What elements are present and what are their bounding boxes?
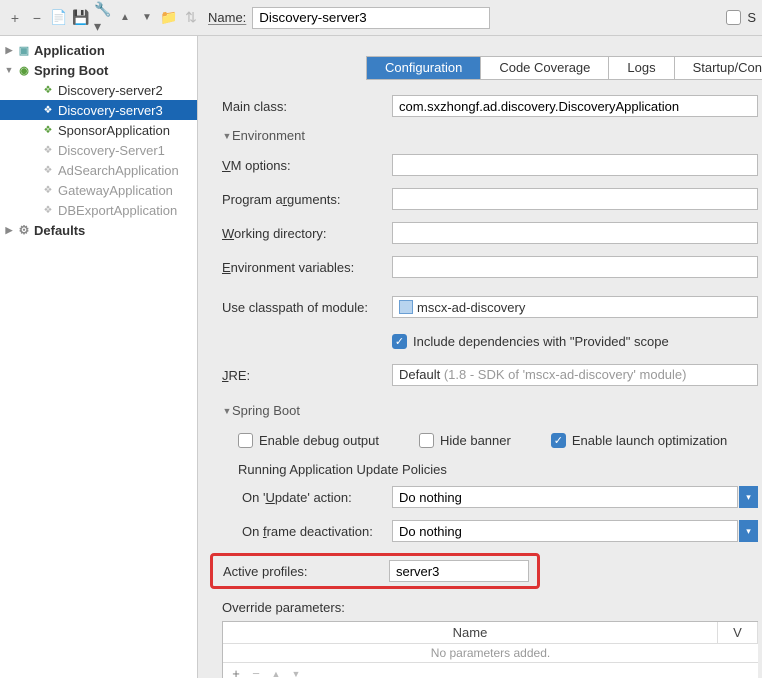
leafg-icon [40, 202, 56, 218]
folder-icon[interactable]: 📁 [160, 9, 178, 27]
on-frame-label: On frame deactivation: [222, 524, 392, 539]
leaf-icon [40, 122, 56, 138]
tree-node-application[interactable]: ▶Application [0, 40, 197, 60]
hide-banner-checkbox[interactable] [419, 433, 434, 448]
environment-section-header[interactable]: ▼Environment [222, 128, 758, 143]
leaf-icon [40, 102, 56, 118]
enable-launch-opt-label: Enable launch optimization [572, 433, 727, 448]
config-tree[interactable]: ▶Application▼Spring BootDiscovery-server… [0, 36, 198, 678]
move-param-down-button[interactable]: ▼ [289, 669, 303, 678]
add-param-button[interactable]: + [229, 666, 243, 678]
tab-bar: ConfigurationCode CoverageLogsStartup/Co… [366, 56, 762, 80]
move-up-icon[interactable]: ▲ [116, 9, 134, 27]
main-class-input[interactable] [392, 95, 758, 117]
leafg-icon [40, 182, 56, 198]
program-arguments-label: Program arguments: [222, 192, 392, 207]
active-profiles-input[interactable] [389, 560, 529, 582]
tab-startup-connecti[interactable]: Startup/Connecti [675, 57, 762, 79]
save-template-icon[interactable]: 💾 [72, 9, 90, 27]
tree-node-discovery-server1[interactable]: Discovery-Server1 [0, 140, 197, 160]
module-icon [399, 300, 413, 314]
working-directory-label: Working directory: [222, 226, 392, 241]
store-project-file-checkbox[interactable] [726, 10, 741, 25]
enable-launch-opt-checkbox[interactable] [551, 433, 566, 448]
main-class-label: Main class: [222, 99, 392, 114]
table-header-name[interactable]: Name [223, 622, 718, 643]
vm-options-label: VM options: [222, 158, 392, 173]
program-arguments-input[interactable] [392, 188, 758, 210]
spring-icon [16, 62, 32, 78]
name-input[interactable] [252, 7, 490, 29]
tree-node-dbexportapplication[interactable]: DBExportApplication [0, 200, 197, 220]
settings-icon[interactable]: 🔧▾ [94, 9, 112, 27]
tree-node-sponsorapplication[interactable]: SponsorApplication [0, 120, 197, 140]
update-policies-header: Running Application Update Policies [238, 462, 758, 477]
remove-config-button[interactable]: − [28, 9, 46, 27]
remove-param-button[interactable]: − [249, 666, 263, 678]
leaf-icon [40, 82, 56, 98]
tab-logs[interactable]: Logs [609, 57, 674, 79]
on-update-dropdown-icon[interactable] [739, 486, 758, 508]
tree-node-defaults[interactable]: ▶Defaults [0, 220, 197, 240]
table-header-value[interactable]: V [718, 622, 758, 643]
name-label: Name: [208, 10, 246, 25]
tree-node-gatewayapplication[interactable]: GatewayApplication [0, 180, 197, 200]
hide-banner-label: Hide banner [440, 433, 511, 448]
tree-node-spring-boot[interactable]: ▼Spring Boot [0, 60, 197, 80]
vm-options-input[interactable] [392, 154, 758, 176]
include-provided-checkbox[interactable] [392, 334, 407, 349]
leafg-icon [40, 162, 56, 178]
on-frame-dropdown-icon[interactable] [739, 520, 758, 542]
on-update-label: On 'Update' action: [222, 490, 392, 505]
store-project-file-label: S [747, 10, 756, 25]
no-parameters-text: No parameters added. [223, 644, 758, 662]
enable-debug-checkbox[interactable] [238, 433, 253, 448]
springboot-section-header[interactable]: ▼Spring Boot [222, 403, 758, 418]
classpath-module-select[interactable]: mscx-ad-discovery [392, 296, 758, 318]
move-param-up-button[interactable]: ▲ [269, 669, 283, 678]
active-profiles-label: Active profiles: [223, 564, 389, 579]
classpath-module-label: Use classpath of module: [222, 300, 392, 315]
copy-config-button[interactable]: 📄 [50, 9, 68, 27]
env-variables-input[interactable] [392, 256, 758, 278]
env-variables-label: Environment variables: [222, 260, 392, 275]
override-parameters-table: Name V No parameters added. + − ▲ ▼ [222, 621, 758, 678]
app-icon [16, 42, 32, 58]
sort-icon[interactable]: ⇅ [182, 9, 200, 27]
add-config-button[interactable]: + [6, 9, 24, 27]
tree-node-discovery-server2[interactable]: Discovery-server2 [0, 80, 197, 100]
jre-select[interactable]: Default (1.8 - SDK of 'mscx-ad-discovery… [392, 364, 758, 386]
working-directory-input[interactable] [392, 222, 758, 244]
leafg-icon [40, 142, 56, 158]
include-provided-label: Include dependencies with "Provided" sco… [413, 334, 669, 349]
tab-code-coverage[interactable]: Code Coverage [481, 57, 609, 79]
tree-node-discovery-server3[interactable]: Discovery-server3 [0, 100, 197, 120]
tree-node-adsearchapplication[interactable]: AdSearchApplication [0, 160, 197, 180]
override-parameters-label: Override parameters: [222, 600, 345, 615]
def-icon [16, 222, 32, 238]
enable-debug-label: Enable debug output [259, 433, 379, 448]
active-profiles-highlight: Active profiles: [210, 553, 540, 589]
jre-label: JRE: [222, 368, 392, 383]
move-down-icon[interactable]: ▼ [138, 9, 156, 27]
tab-configuration[interactable]: Configuration [367, 57, 481, 79]
top-toolbar: + − 📄 💾 🔧▾ ▲ ▼ 📁 ⇅ Name: S [0, 0, 762, 36]
on-update-select[interactable] [392, 486, 738, 508]
on-frame-select[interactable] [392, 520, 738, 542]
